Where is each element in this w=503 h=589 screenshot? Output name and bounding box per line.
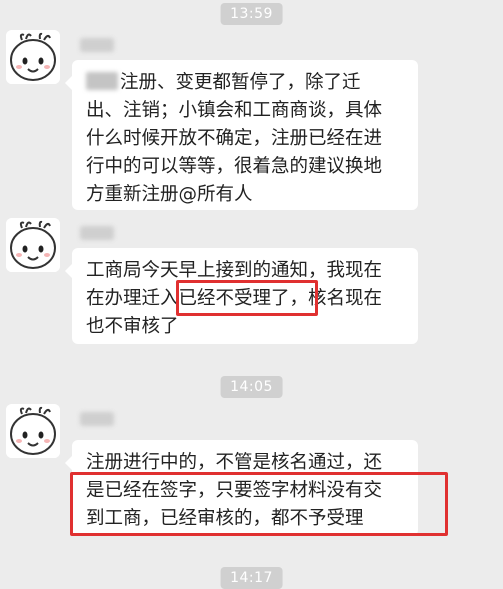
- timestamp-3: 14:17: [220, 567, 283, 589]
- sticker-avatar-icon: [6, 218, 60, 272]
- sticker-avatar-icon: [6, 404, 60, 458]
- sender-name: [80, 412, 114, 426]
- highlight-box: [70, 472, 448, 536]
- message-line: 方重新注册@所有人: [86, 184, 253, 205]
- sender-name: [80, 226, 114, 240]
- avatar[interactable]: [6, 404, 60, 458]
- message-bubble[interactable]: 注册、变更都暂停了，除了迁 出、注销；小镇会和工商商谈，具体 什么时候开放不确定…: [65, 60, 418, 210]
- highlight-box: [176, 280, 318, 316]
- sticker-avatar-icon: [6, 30, 60, 84]
- redacted-mention: [86, 72, 118, 90]
- message-line: 出、注销；小镇会和工商商谈，具体: [86, 100, 383, 121]
- message-line: 注册、变更都暂停了，除了迁: [86, 69, 406, 97]
- avatar[interactable]: [6, 30, 60, 84]
- timestamp-1: 13:59: [220, 3, 283, 25]
- timestamp-2: 14:05: [220, 376, 283, 398]
- message-line: 什么时候开放不确定，注册已经在进: [86, 128, 383, 149]
- message-line: 也不审核了: [86, 316, 179, 337]
- sender-name: [80, 38, 114, 52]
- message-line: 行中的可以等等，很着急的建议换地: [86, 156, 383, 177]
- avatar[interactable]: [6, 218, 60, 272]
